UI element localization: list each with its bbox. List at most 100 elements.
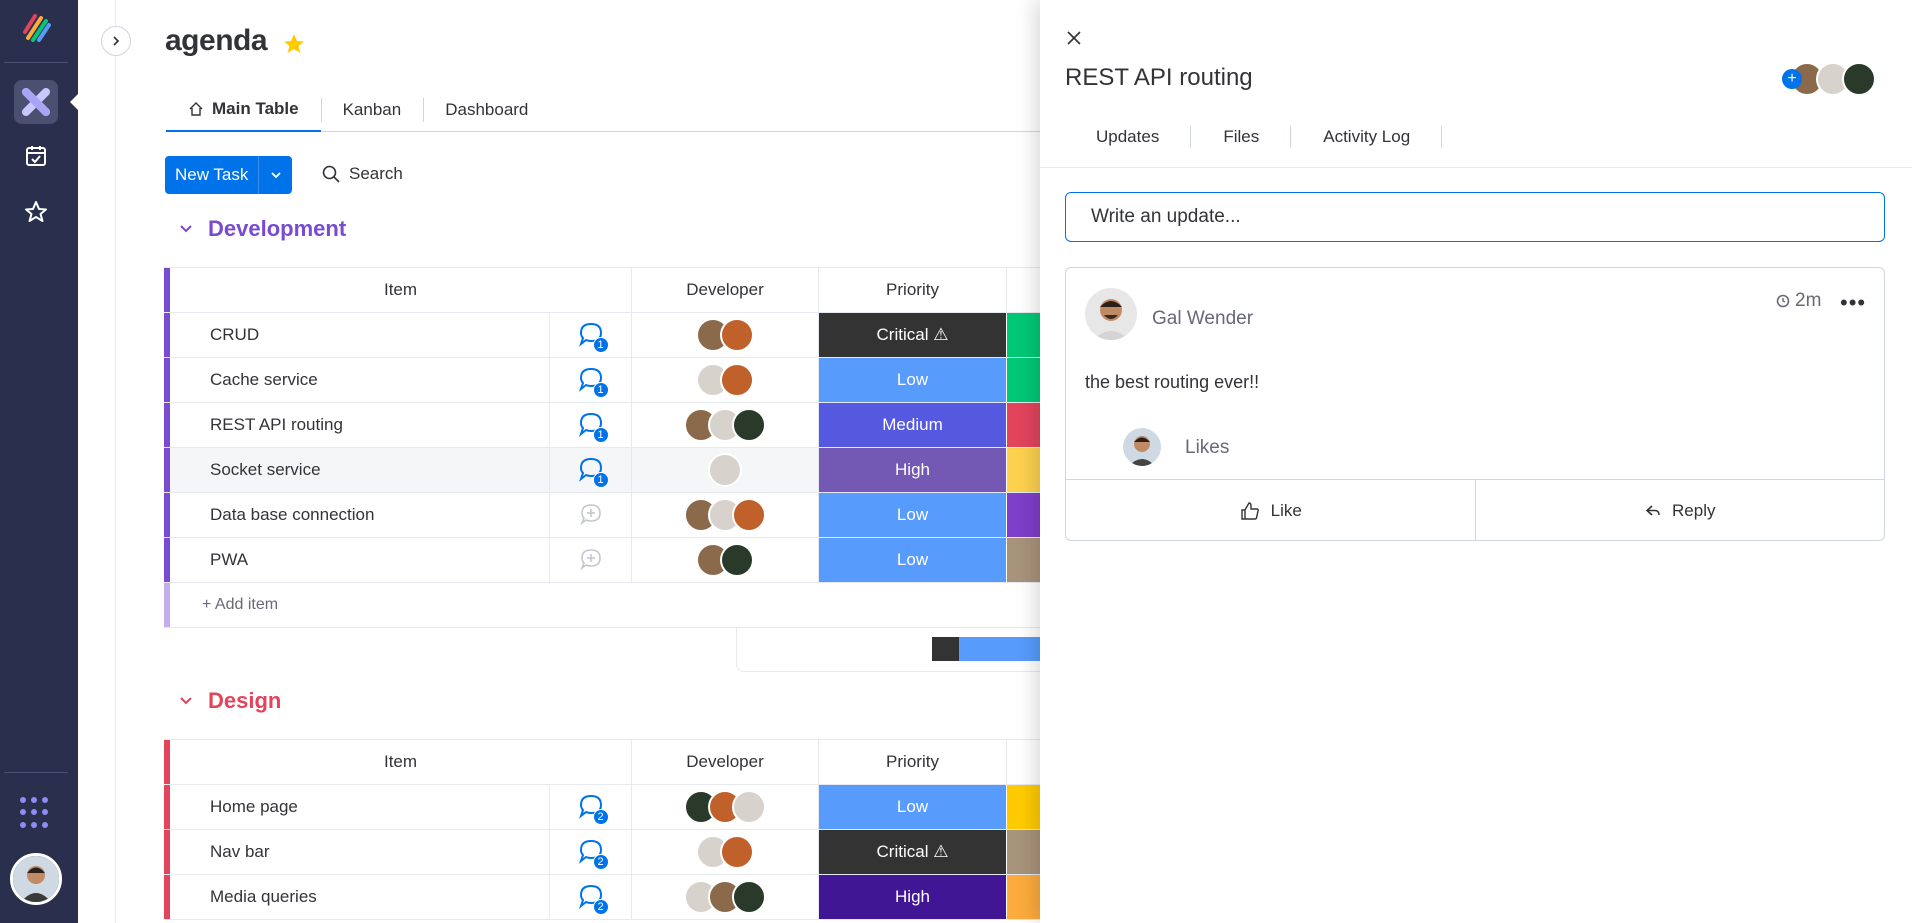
tab-activity-log[interactable]: Activity Log bbox=[1291, 114, 1443, 160]
new-task-button[interactable]: New Task bbox=[165, 156, 259, 194]
priority-cell[interactable]: Critical ⚠ bbox=[819, 830, 1007, 874]
developer-cell[interactable] bbox=[632, 538, 819, 582]
group-header[interactable]: Design bbox=[178, 688, 281, 714]
apps-grid-icon[interactable] bbox=[20, 797, 52, 829]
column-header-priority[interactable]: Priority bbox=[819, 268, 1007, 312]
developer-avatar[interactable] bbox=[720, 835, 754, 869]
priority-cell[interactable]: High bbox=[819, 875, 1007, 919]
developer-avatar[interactable] bbox=[732, 790, 766, 824]
board-title[interactable]: agenda bbox=[165, 24, 268, 58]
add-update-icon[interactable] bbox=[578, 502, 604, 528]
developer-cell[interactable] bbox=[632, 785, 819, 829]
author-name[interactable]: Gal Wender bbox=[1152, 308, 1253, 330]
panel-title[interactable]: REST API routing bbox=[1065, 64, 1253, 92]
collapse-group-icon[interactable] bbox=[178, 693, 194, 709]
tab-dashboard[interactable]: Dashboard bbox=[423, 88, 550, 132]
item-name[interactable]: Home page bbox=[170, 785, 550, 829]
subscribers[interactable]: + bbox=[1782, 62, 1876, 96]
column-header-item[interactable]: Item bbox=[170, 740, 632, 784]
table-row[interactable]: Media queries 2 High W bbox=[164, 875, 1164, 920]
table-row[interactable]: Data base connection Low W bbox=[164, 493, 1164, 538]
conversation-icon[interactable]: 1 bbox=[576, 455, 609, 488]
tab-main-table[interactable]: Main Table bbox=[166, 88, 321, 132]
table-row[interactable]: Home page 2 Low bbox=[164, 785, 1164, 830]
my-work-calendar-icon[interactable] bbox=[22, 142, 50, 170]
table-row[interactable]: CRUD 1 Critical ⚠ bbox=[164, 313, 1164, 358]
conversation-icon[interactable]: 2 bbox=[576, 882, 609, 915]
developer-avatars bbox=[684, 790, 766, 824]
developer-avatar[interactable] bbox=[720, 363, 754, 397]
collapse-group-icon[interactable] bbox=[178, 221, 194, 237]
author-avatar[interactable] bbox=[1085, 288, 1137, 340]
column-header-priority[interactable]: Priority bbox=[819, 740, 1007, 784]
item-name[interactable]: Nav bar bbox=[170, 830, 550, 874]
priority-cell[interactable]: Low bbox=[819, 493, 1007, 537]
column-header-item[interactable]: Item bbox=[170, 268, 632, 312]
table-row[interactable]: Cache service 1 Low bbox=[164, 358, 1164, 403]
developer-cell[interactable] bbox=[632, 358, 819, 402]
column-header-developer[interactable]: Developer bbox=[632, 740, 819, 784]
item-name[interactable]: Media queries bbox=[170, 875, 550, 919]
app-logo-icon[interactable] bbox=[19, 10, 55, 46]
add-item-row[interactable]: + Add item bbox=[164, 583, 1164, 628]
tab-files[interactable]: Files bbox=[1191, 114, 1292, 160]
conversation-icon[interactable]: 2 bbox=[576, 792, 609, 825]
priority-cell[interactable]: Low bbox=[819, 785, 1007, 829]
developer-avatar[interactable] bbox=[720, 543, 754, 577]
conversation-icon[interactable]: 1 bbox=[576, 365, 609, 398]
developer-avatar[interactable] bbox=[732, 880, 766, 914]
developer-avatar[interactable] bbox=[732, 408, 766, 442]
close-icon[interactable] bbox=[1064, 28, 1084, 48]
item-name[interactable]: CRUD bbox=[170, 313, 550, 357]
conversation-icon[interactable]: 2 bbox=[576, 837, 609, 870]
developer-avatar[interactable] bbox=[732, 498, 766, 532]
tab-updates[interactable]: Updates bbox=[1064, 114, 1192, 160]
search-button[interactable]: Search bbox=[321, 164, 403, 184]
table-row[interactable]: REST API routing 1 Medium bbox=[164, 403, 1164, 448]
add-update-icon[interactable] bbox=[578, 547, 604, 573]
priority-cell[interactable]: Critical ⚠ bbox=[819, 313, 1007, 357]
add-item-button[interactable]: + Add item bbox=[170, 583, 278, 627]
updates-cell: 2 bbox=[550, 830, 632, 874]
developer-cell[interactable] bbox=[632, 875, 819, 919]
column-header-developer[interactable]: Developer bbox=[632, 268, 819, 312]
like-button[interactable]: Like bbox=[1066, 480, 1475, 541]
user-avatar[interactable] bbox=[10, 853, 62, 905]
table-row[interactable]: Socket service 1 High bbox=[164, 448, 1164, 493]
group-header[interactable]: Development bbox=[178, 216, 346, 242]
item-name[interactable]: REST API routing bbox=[170, 403, 550, 447]
item-name[interactable]: Socket service bbox=[170, 448, 550, 492]
group-title[interactable]: Design bbox=[208, 688, 281, 714]
priority-cell[interactable]: Low bbox=[819, 538, 1007, 582]
favorite-star-icon[interactable] bbox=[282, 32, 306, 56]
work-management-app-button[interactable] bbox=[14, 80, 78, 124]
conversation-icon[interactable]: 1 bbox=[576, 320, 609, 353]
reply-button[interactable]: Reply bbox=[1474, 480, 1885, 541]
add-subscriber-icon[interactable]: + bbox=[1782, 69, 1802, 89]
write-update-input[interactable]: Write an update... bbox=[1065, 192, 1885, 242]
group-title[interactable]: Development bbox=[208, 216, 346, 242]
developer-cell[interactable] bbox=[632, 313, 819, 357]
developer-cell[interactable] bbox=[632, 448, 819, 492]
table-row[interactable]: PWA Low bbox=[164, 538, 1164, 583]
priority-cell[interactable]: High bbox=[819, 448, 1007, 492]
item-name[interactable]: PWA bbox=[170, 538, 550, 582]
likes-label[interactable]: Likes bbox=[1185, 437, 1229, 459]
expand-sidebar-button[interactable] bbox=[101, 26, 131, 56]
developer-avatar[interactable] bbox=[720, 318, 754, 352]
item-name[interactable]: Data base connection bbox=[170, 493, 550, 537]
new-task-dropdown-button[interactable] bbox=[258, 156, 293, 194]
conversation-icon[interactable]: 1 bbox=[576, 410, 609, 443]
developer-cell[interactable] bbox=[632, 403, 819, 447]
tab-kanban[interactable]: Kanban bbox=[320, 88, 424, 132]
liker-avatar[interactable] bbox=[1123, 428, 1161, 466]
priority-cell[interactable]: Low bbox=[819, 358, 1007, 402]
developer-cell[interactable] bbox=[632, 493, 819, 537]
developer-avatar[interactable] bbox=[708, 453, 742, 487]
more-options-icon[interactable]: ••• bbox=[1840, 290, 1866, 316]
priority-cell[interactable]: Medium bbox=[819, 403, 1007, 447]
favorites-star-icon[interactable] bbox=[22, 198, 50, 226]
table-row[interactable]: Nav bar 2 Critical ⚠ bbox=[164, 830, 1164, 875]
developer-cell[interactable] bbox=[632, 830, 819, 874]
item-name[interactable]: Cache service bbox=[170, 358, 550, 402]
